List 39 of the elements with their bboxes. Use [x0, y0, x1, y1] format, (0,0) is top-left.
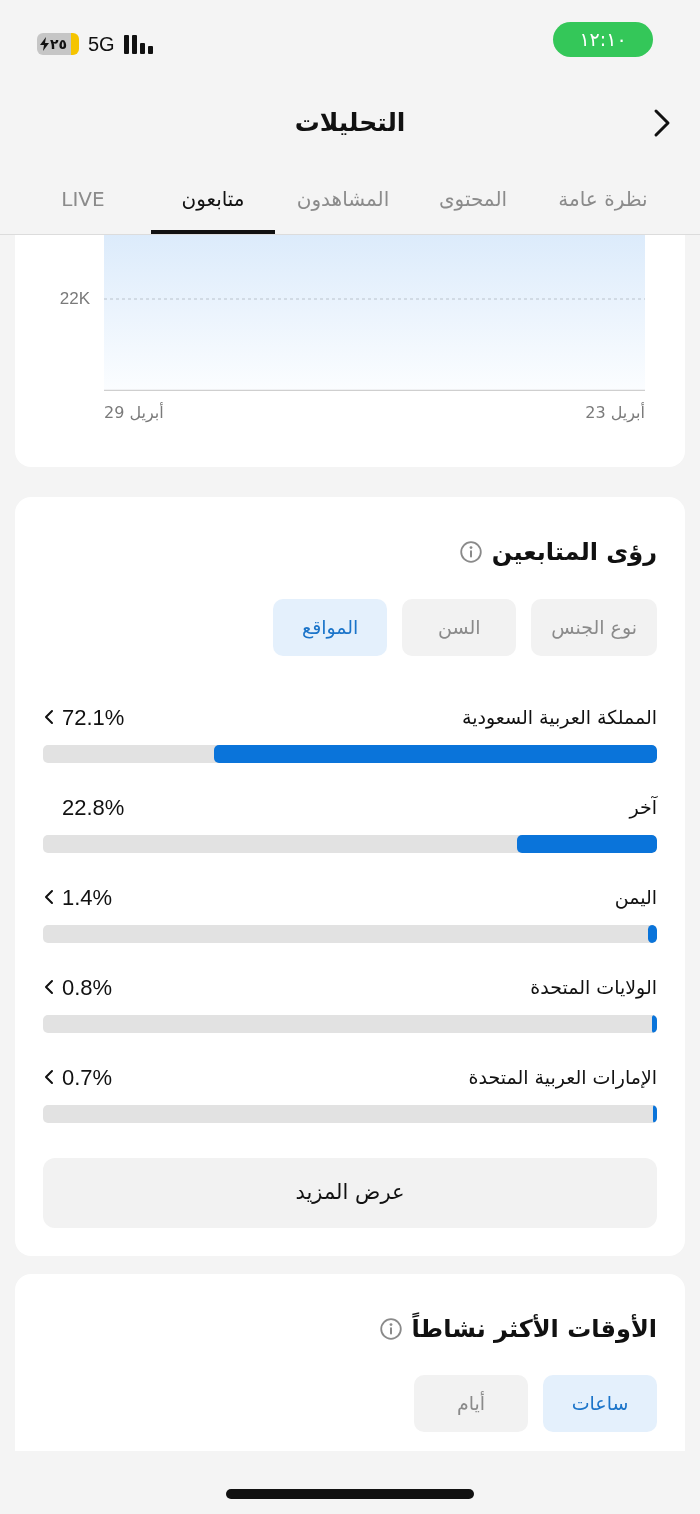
show-more-button[interactable]: عرض المزيد [43, 1158, 657, 1228]
section-title: رؤى المتابعين [491, 537, 657, 568]
location-name: الإمارات العربية المتحدة [468, 1064, 657, 1091]
tab[interactable]: نظرة عامة [541, 168, 665, 234]
x-axis-label: أبريل 23 [585, 401, 645, 425]
chevron-left-icon[interactable] [44, 709, 54, 725]
network-type: 5G [88, 34, 115, 54]
lightning-bolt-icon [40, 37, 49, 51]
info-icon[interactable] [379, 1318, 402, 1340]
location-name: آخر [629, 794, 657, 821]
chevron-right-icon [652, 108, 672, 138]
filter-chip[interactable]: أيام [414, 1375, 528, 1432]
chevron-left-icon[interactable] [44, 979, 54, 995]
location-percent: 0.7% [62, 1063, 113, 1092]
battery-percent: ٢٥ [50, 37, 68, 51]
location-percent: 22.8% [62, 793, 125, 822]
chevron-left-icon[interactable] [44, 1069, 54, 1085]
x-axis-label: أبريل 29 [104, 401, 164, 424]
location-percent: 0.8% [62, 973, 113, 1002]
back-button[interactable] [652, 108, 672, 138]
tab[interactable]: المشاهدون [281, 168, 405, 234]
tab[interactable]: المحتوى [411, 168, 535, 234]
tab[interactable]: LIVE [21, 168, 145, 234]
location-percent: 1.4% [62, 883, 113, 912]
signal-icon [123, 34, 155, 54]
location-name: اليمن [614, 884, 657, 911]
filter-chip[interactable]: نوع الجنس [531, 599, 657, 656]
filter-chip[interactable]: السن [402, 599, 517, 656]
y-axis-label: 22K [59, 288, 90, 310]
page-title: التحليلات [294, 107, 406, 140]
info-icon[interactable] [459, 541, 482, 563]
chevron-left-icon[interactable] [44, 889, 54, 905]
clock-time: ١٢:١٠ [553, 22, 653, 57]
filter-chip[interactable]: ساعات [543, 1375, 657, 1432]
location-percent: 72.1% [62, 703, 125, 732]
filter-chip[interactable]: المواقع [273, 599, 388, 656]
location-name: المملكة العربية السعودية [462, 704, 657, 731]
location-name: الولايات المتحدة [530, 974, 657, 1001]
section-title: الأوقات الأكثر نشاطاً [411, 1311, 657, 1347]
